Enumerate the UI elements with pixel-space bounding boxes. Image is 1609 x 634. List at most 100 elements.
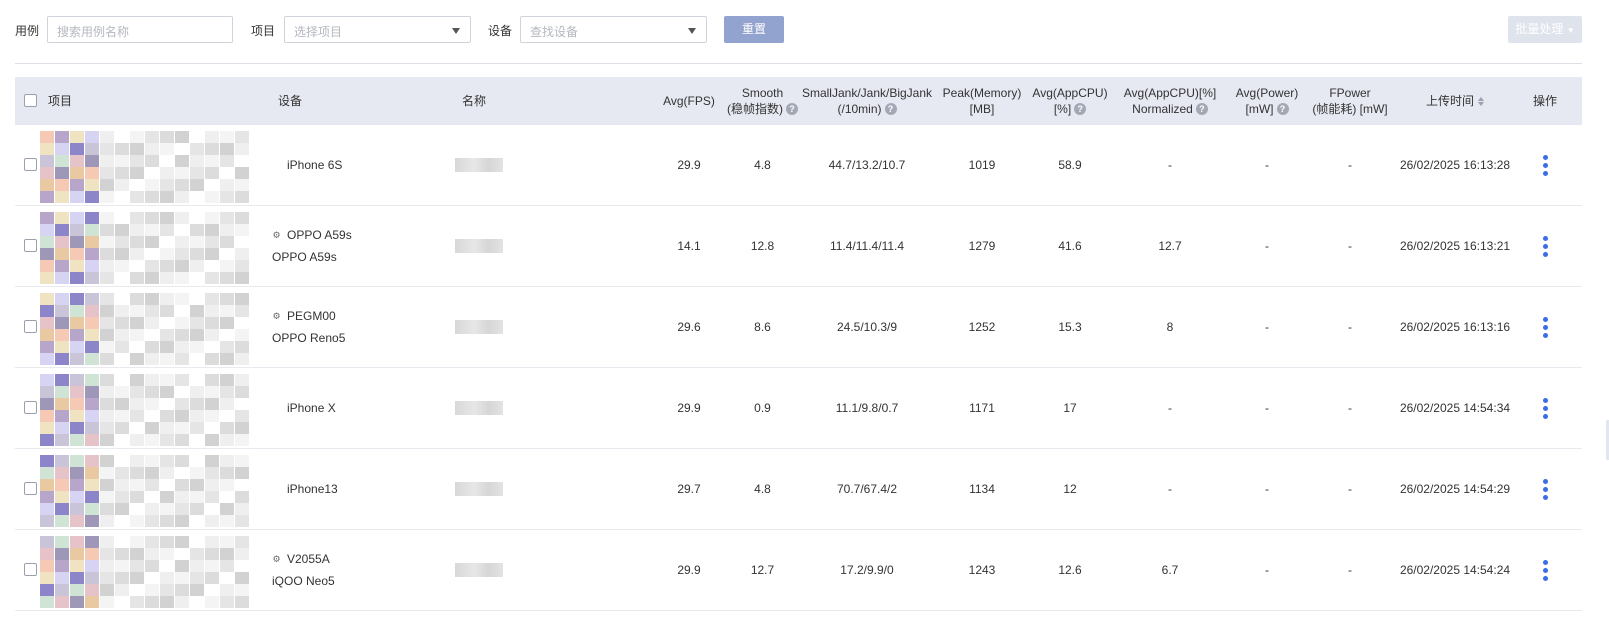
device-model: OPPO A59s	[287, 228, 352, 242]
more-actions-icon[interactable]	[1530, 368, 1560, 448]
project-label: 项目	[251, 24, 276, 38]
thumbnail-pixel	[55, 179, 69, 191]
sort-icon[interactable]	[1478, 96, 1484, 106]
thumbnail-pixel	[235, 410, 249, 422]
case-name-redacted[interactable]	[455, 482, 503, 496]
table-row[interactable]: iPhone 6S 29.9 4.8 44.7/13.2/10.7 1019 5…	[15, 125, 1582, 206]
col-cpu-line2: [%]	[1053, 102, 1072, 116]
thumbnail-pixel	[40, 467, 54, 479]
thumbnail-pixel	[40, 329, 54, 341]
thumbnail-pixel	[145, 515, 159, 527]
more-actions-icon[interactable]	[1530, 287, 1560, 367]
project-thumbnail[interactable]	[40, 451, 255, 527]
case-name-redacted[interactable]	[455, 401, 503, 415]
thumbnail-pixel	[205, 515, 219, 527]
thumbnail-pixel	[175, 536, 189, 548]
col-device: 设备	[278, 94, 303, 108]
table-row[interactable]: ⚙ OPPO A59s OPPO A59s 14.1 12.8 11.4/11.…	[15, 206, 1582, 287]
row-checkbox[interactable]	[24, 239, 37, 252]
row-checkbox[interactable]	[24, 320, 37, 333]
device-select[interactable]: 查找设备	[520, 16, 707, 43]
thumbnail-pixel	[100, 560, 114, 572]
upload-time-value: 26/02/2025 16:13:16	[1399, 320, 1511, 334]
upload-time-value: 26/02/2025 16:13:21	[1399, 239, 1511, 253]
help-icon[interactable]: ?	[1195, 103, 1208, 115]
col-upload-time[interactable]: 上传时间	[1395, 77, 1515, 125]
fpower-value: -	[1348, 320, 1352, 334]
thumbnail-pixel	[220, 272, 234, 284]
more-actions-icon[interactable]	[1530, 449, 1560, 529]
thumbnail-pixel	[175, 317, 189, 329]
project-thumbnail[interactable]	[40, 289, 255, 365]
thumbnail-pixel	[70, 236, 84, 248]
thumbnail-pixel	[205, 167, 219, 179]
row-checkbox[interactable]	[24, 401, 37, 414]
project-select[interactable]: 选择项目	[284, 16, 471, 43]
case-name-redacted[interactable]	[455, 239, 503, 253]
fpower-value: -	[1348, 239, 1352, 253]
thumbnail-pixel	[40, 191, 54, 203]
project-thumbnail[interactable]	[40, 532, 255, 608]
thumbnail-pixel	[115, 386, 129, 398]
thumbnail-pixel	[160, 260, 174, 272]
project-thumbnail[interactable]	[40, 370, 255, 446]
thumbnail-pixel	[55, 293, 69, 305]
thumbnail-pixel	[40, 536, 54, 548]
thumbnail-pixel	[100, 503, 114, 515]
help-icon[interactable]: ?	[1276, 103, 1289, 115]
help-icon[interactable]: ?	[1074, 103, 1087, 115]
row-checkbox[interactable]	[24, 563, 37, 576]
thumbnail-pixel	[55, 353, 69, 365]
thumbnail-pixel	[100, 260, 114, 272]
thumbnail-pixel	[70, 467, 84, 479]
case-name-redacted[interactable]	[455, 158, 503, 172]
thumbnail-pixel	[205, 131, 219, 143]
reset-button[interactable]: 重置	[724, 16, 784, 43]
batch-action-button[interactable]: 批量处理 ▼	[1508, 16, 1582, 43]
thumbnail-pixel	[220, 353, 234, 365]
thumbnail-pixel	[115, 422, 129, 434]
thumbnail-pixel	[40, 479, 54, 491]
row-checkbox[interactable]	[24, 482, 37, 495]
thumbnail-pixel	[145, 341, 159, 353]
row-checkbox[interactable]	[24, 158, 37, 171]
thumbnail-pixel	[70, 560, 84, 572]
thumbnail-pixel	[160, 536, 174, 548]
more-actions-icon[interactable]	[1530, 530, 1560, 610]
thumbnail-pixel	[205, 572, 219, 584]
thumbnail-pixel	[205, 491, 219, 503]
thumbnail-pixel	[85, 467, 99, 479]
table-row[interactable]: ⚙ V2055A iQOO Neo5 29.9 12.7 17.2/9.9/0 …	[15, 530, 1582, 611]
thumbnail-pixel	[145, 536, 159, 548]
thumbnail-pixel	[220, 131, 234, 143]
select-all-checkbox[interactable]	[24, 94, 37, 107]
more-actions-icon[interactable]	[1530, 206, 1560, 286]
thumbnail-pixel	[100, 353, 114, 365]
thumbnail-pixel	[100, 422, 114, 434]
filter-bar: 用例 搜索用例名称 项目 选择项目 设备 查找设备 重置 批量处理 ▼	[0, 16, 1609, 44]
help-icon[interactable]: ?	[884, 103, 897, 115]
thumbnail-pixel	[220, 398, 234, 410]
table-row[interactable]: iPhone X 29.9 0.9 11.1/9.8/0.7 1171 17 -…	[15, 368, 1582, 449]
results-table: 项目 设备 名称 Avg(FPS) Smooth (稳帧指数)? SmallJa…	[15, 77, 1582, 611]
case-search-input[interactable]: 搜索用例名称	[47, 16, 233, 43]
table-row[interactable]: ⚙ PEGM00 OPPO Reno5 29.6 8.6 24.5/10.3/9…	[15, 287, 1582, 368]
thumbnail-pixel	[235, 272, 249, 284]
thumbnail-pixel	[130, 293, 144, 305]
thumbnail-pixel	[145, 224, 159, 236]
project-thumbnail[interactable]	[40, 127, 255, 203]
thumbnail-pixel	[190, 341, 204, 353]
thumbnail-pixel	[55, 491, 69, 503]
device-name: iQOO Neo5	[272, 574, 335, 588]
col-memory-line2: [MB]	[969, 102, 995, 116]
power-value: -	[1265, 401, 1269, 415]
case-name-redacted[interactable]	[455, 320, 503, 334]
more-actions-icon[interactable]	[1530, 125, 1560, 205]
table-row[interactable]: iPhone13 29.7 4.8 70.7/67.4/2 1134 12 - …	[15, 449, 1582, 530]
project-thumbnail[interactable]	[40, 208, 255, 284]
thumbnail-pixel	[175, 503, 189, 515]
thumbnail-pixel	[40, 293, 54, 305]
case-name-redacted[interactable]	[455, 563, 503, 577]
thumbnail-pixel	[160, 131, 174, 143]
thumbnail-pixel	[220, 191, 234, 203]
